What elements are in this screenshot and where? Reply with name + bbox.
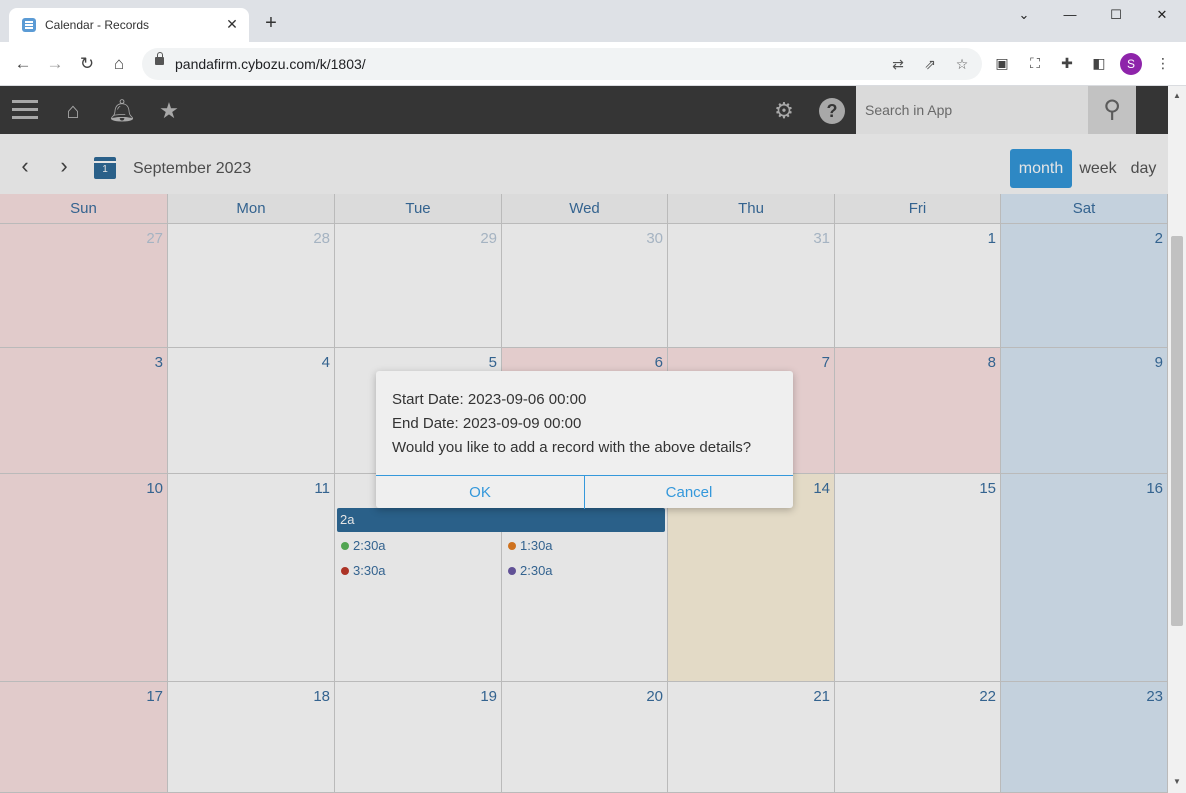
scroll-down-icon[interactable]: ▼ [1171,776,1183,788]
cancel-button[interactable]: Cancel [585,476,793,509]
minimize-button[interactable]: — [1048,4,1092,26]
close-tab-icon[interactable]: ✕ [223,15,241,33]
home-icon[interactable]: ⌂ [108,53,130,75]
maximize-button[interactable]: ☐ [1094,4,1138,26]
confirm-dialog: Start Date: 2023-09-06 00:00 End Date: 2… [376,371,793,509]
profile-avatar[interactable]: S [1120,53,1142,75]
close-window-button[interactable]: ✕ [1140,4,1184,26]
extensions-puzzle-icon[interactable]: ✚ [1056,52,1078,74]
tab-search-icon[interactable]: ⌄ [1002,4,1046,26]
reload-icon[interactable]: ↻ [76,53,98,75]
browser-titlebar: Calendar - Records ✕ + ⌄ — ☐ ✕ [0,0,1186,42]
side-panel-icon[interactable]: ◧ [1088,52,1110,74]
dialog-start-date: Start Date: 2023-09-06 00:00 [392,391,587,408]
back-icon[interactable]: ← [12,53,34,75]
new-tab-button[interactable]: + [260,12,282,34]
browser-tab[interactable]: Calendar - Records ✕ [9,8,249,42]
tab-title: Calendar - Records [45,18,150,32]
bookmark-star-icon[interactable]: ☆ [952,54,972,74]
browser-menu-icon[interactable]: ⋮ [1152,52,1174,74]
screenshot-icon[interactable]: ⛶ [1024,52,1046,74]
address-bar[interactable]: pandafirm.cybozu.com/k/1803/ ⇄ ⇗ ☆ [142,48,982,80]
share-icon[interactable]: ⇗ [920,54,940,74]
translate-icon[interactable]: ⇄ [888,54,908,74]
page-scrollbar[interactable]: ▲ ▼ [1168,86,1186,793]
dialog-question: Would you like to add a record with the … [392,439,752,456]
scroll-up-icon[interactable]: ▲ [1171,90,1183,102]
forward-icon[interactable]: → [44,53,66,75]
dialog-buttons: OK Cancel [376,475,793,509]
scroll-thumb[interactable] [1171,236,1183,626]
lock-icon[interactable] [155,52,164,65]
dialog-end-date: End Date: 2023-09-09 00:00 [392,415,582,432]
ok-button[interactable]: OK [376,476,584,509]
extension-calendar-icon[interactable]: ▣ [991,52,1013,74]
url-text[interactable]: pandafirm.cybozu.com/k/1803/ [175,56,366,72]
app-favicon-icon [22,18,36,32]
